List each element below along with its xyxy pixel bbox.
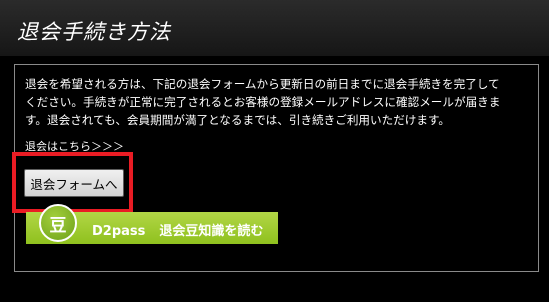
- description-line: ください。手続きが正常に完了されるとお客様の登録メールアドレスに確認メールが届き…: [25, 95, 501, 109]
- withdraw-form-button[interactable]: 退会フォームへ: [24, 169, 124, 197]
- withdrawal-tips-banner[interactable]: 豆 D2pass 退会豆知識を読む: [26, 204, 278, 244]
- withdrawal-info-panel: 退会を希望される方は、下記の退会フォームから更新日の前日までに退会手続きを完了し…: [12, 64, 539, 272]
- banner-label: 退会豆知識を読む: [159, 224, 264, 239]
- banner-brand: D2pass: [92, 224, 146, 239]
- withdrawal-description: 退会を希望される方は、下記の退会フォームから更新日の前日までに退会手続きを完了し…: [25, 75, 533, 129]
- page-header: 退会手続き方法: [0, 0, 549, 56]
- description-line: 退会を希望される方は、下記の退会フォームから更新日の前日までに退会手続きを完了し…: [25, 77, 500, 91]
- description-line: す。退会されても、会員期間が満了となるまでは、引き続きご利用いただけます。: [25, 113, 451, 127]
- page-title: 退会手続き方法: [17, 20, 171, 44]
- bean-badge-icon: 豆: [39, 204, 77, 242]
- banner-text: D2pass 退会豆知識を読む: [92, 220, 263, 239]
